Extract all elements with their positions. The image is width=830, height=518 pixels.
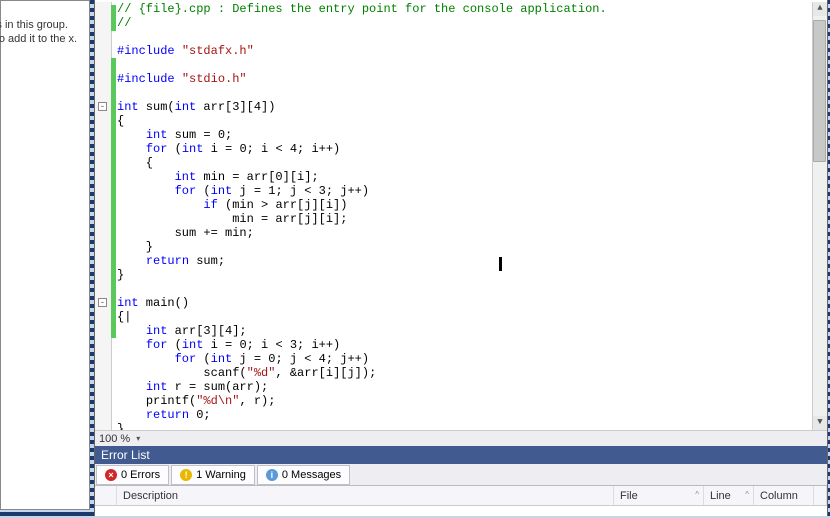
fold-toggle[interactable]: - [98,298,107,307]
code-line[interactable]: min = arr[j][i]; [117,212,813,226]
code-line[interactable] [117,30,813,44]
code-line[interactable]: int arr[3][4]; [117,324,813,338]
info-icon [266,469,278,481]
fold-toggle[interactable]: - [98,102,107,111]
warning-icon [180,469,192,481]
code-line[interactable]: int min = arr[0][i]; [117,170,813,184]
code-line[interactable]: } [117,240,813,254]
filter-errors-label: 0 Errors [121,469,160,481]
code-line[interactable]: #include "stdafx.h" [117,44,813,58]
zoom-dropdown-icon[interactable]: ▾ [136,434,140,443]
code-line[interactable]: int sum = 0; [117,128,813,142]
code-line[interactable]: if (min > arr[j][i]) [117,198,813,212]
filter-errors-button[interactable]: 0 Errors [96,465,169,485]
scroll-down-button[interactable]: ▼ [813,416,827,430]
error-icon [105,469,117,481]
scroll-up-button[interactable]: ▲ [813,2,827,16]
errorlist-filters: 0 Errors 1 Warning 0 Messages [95,464,827,486]
col-icon[interactable] [95,486,117,505]
code-line[interactable]: // {file}.cpp : Defines the entry point … [117,2,813,16]
code-line[interactable]: #include "stdio.h" [117,72,813,86]
code-line[interactable]: {| [117,310,813,324]
change-bar [111,58,116,338]
code-line[interactable]: // [117,16,813,30]
col-project[interactable] [814,486,827,505]
zoom-level[interactable]: 100 % [99,433,130,445]
code-line[interactable]: { [117,114,813,128]
col-column[interactable]: Column [754,486,814,505]
code-content[interactable]: // {file}.cpp : Defines the entry point … [117,2,813,446]
filter-warnings-button[interactable]: 1 Warning [171,465,255,485]
code-line[interactable]: for (int j = 0; j < 4; j++) [117,352,813,366]
code-editor[interactable]: - - // {file}.cpp : Defines the entry poi… [95,2,827,446]
code-line[interactable] [117,282,813,296]
col-description[interactable]: Description [117,486,614,505]
code-gutter [95,2,112,446]
code-line[interactable]: return 0; [117,408,813,422]
col-file[interactable]: File ^ [614,486,704,505]
col-line[interactable]: Line ^ [704,486,754,505]
editor-status-bar: 100 % ▾ [95,430,827,446]
code-line[interactable]: for (int i = 0; i < 3; i++) [117,338,813,352]
vertical-scrollbar[interactable]: ▲ ▼ [812,2,827,446]
code-line[interactable]: int sum(int arr[3][4]) [117,100,813,114]
text-cursor [500,257,501,271]
code-line[interactable]: scanf("%d", &arr[i][j]); [117,366,813,380]
toolbox-empty-text: ntrols in this group. text to add it to … [0,16,85,49]
sort-arrow-icon: ^ [745,490,749,499]
errorlist-title: Error List [101,448,150,462]
code-line[interactable]: int main() [117,296,813,310]
errorlist-columns: Description File ^ Line ^ Column [95,486,827,506]
filter-messages-label: 0 Messages [282,469,341,481]
code-line[interactable]: { [117,156,813,170]
toolbox-panel: ntrols in this group. text to add it to … [0,0,90,510]
scroll-thumb[interactable] [813,20,826,162]
code-line[interactable]: for (int i = 0; i < 4; i++) [117,142,813,156]
editor-shell: - - // {file}.cpp : Defines the entry poi… [94,0,828,516]
change-bar [111,5,116,31]
code-line[interactable]: } [117,268,813,282]
code-line[interactable] [117,86,813,100]
filter-messages-button[interactable]: 0 Messages [257,465,350,485]
code-line[interactable]: int r = sum(arr); [117,380,813,394]
code-line[interactable]: return sum; [117,254,813,268]
code-line[interactable] [117,58,813,72]
code-line[interactable]: for (int j = 1; j < 3; j++) [117,184,813,198]
filter-warnings-label: 1 Warning [196,469,246,481]
code-line[interactable]: printf("%d\n", r); [117,394,813,408]
errorlist-title-bar[interactable]: Error List [95,446,827,464]
sort-arrow-icon: ^ [695,490,699,499]
code-line[interactable]: sum += min; [117,226,813,240]
